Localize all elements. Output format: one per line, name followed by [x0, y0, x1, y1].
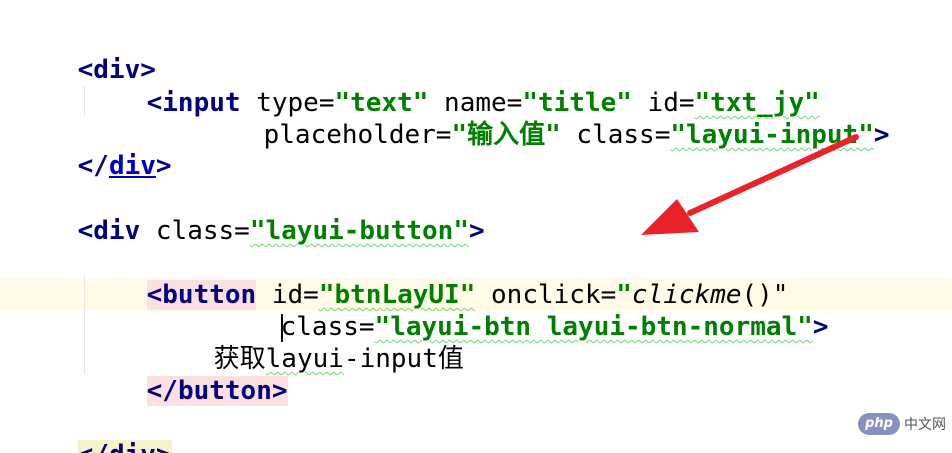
watermark-text: 中文网 — [904, 417, 946, 433]
php-logo-icon: php — [858, 413, 900, 435]
watermark: php 中文网 — [858, 413, 946, 435]
annotation-arrow-icon — [641, 134, 859, 235]
code-editor[interactable]: <div> <input type="text" name="title" id… — [0, 0, 952, 453]
